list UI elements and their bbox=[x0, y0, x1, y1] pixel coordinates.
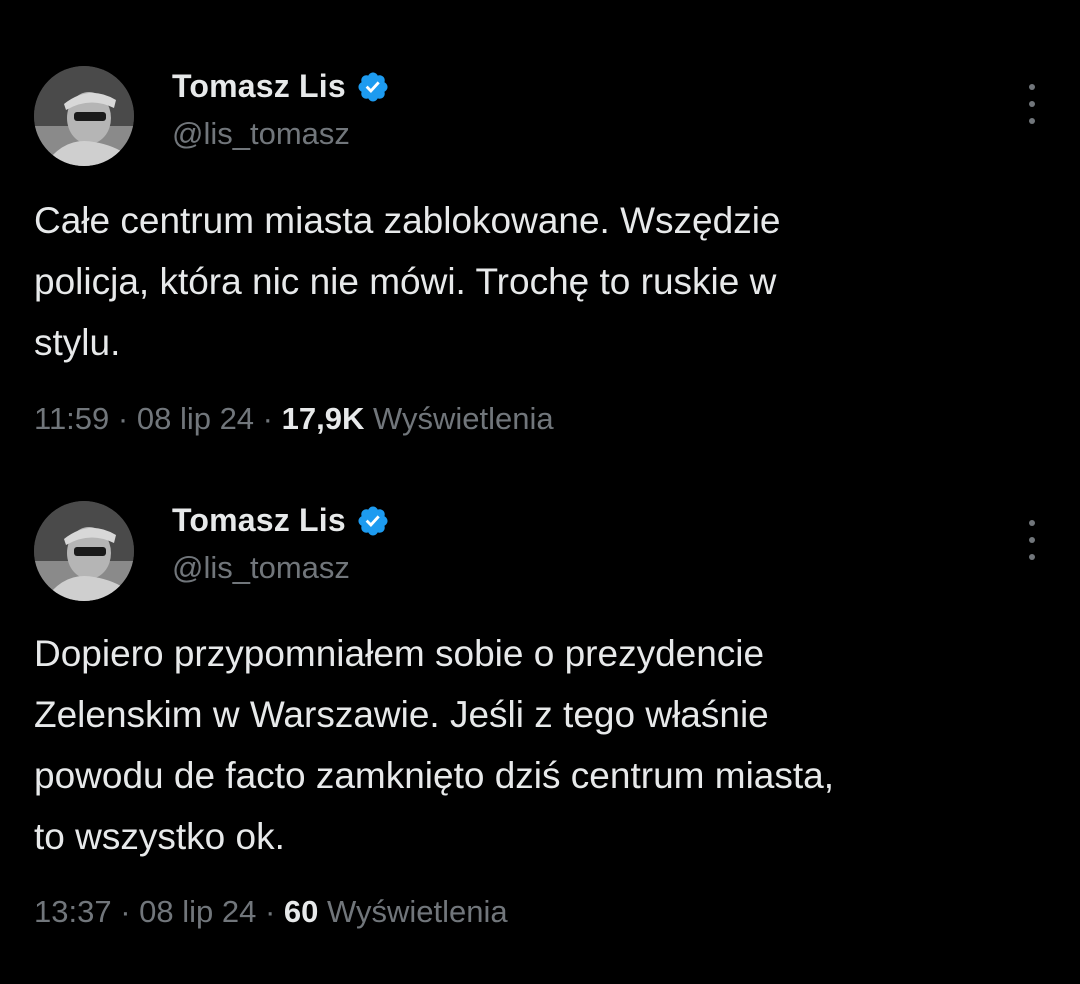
views-count[interactable]: 17,9K bbox=[282, 401, 365, 436]
more-options-icon[interactable] bbox=[1024, 520, 1040, 560]
tweet-text: Dopiero przypomniałem sobie o prezydenci… bbox=[34, 633, 834, 857]
tweet-time[interactable]: 13:37 bbox=[34, 894, 112, 929]
author-handle[interactable]: @lis_tomasz bbox=[172, 550, 350, 586]
separator: · bbox=[109, 401, 137, 436]
tweet-date[interactable]: 08 lip 24 bbox=[137, 401, 254, 436]
tweet-time[interactable]: 11:59 bbox=[34, 401, 109, 436]
author-row[interactable]: Tomasz Lis bbox=[172, 502, 390, 539]
separator: · bbox=[111, 894, 140, 929]
avatar[interactable] bbox=[34, 66, 134, 166]
verified-badge-icon bbox=[358, 71, 388, 102]
tweet-date[interactable]: 08 lip 24 bbox=[139, 894, 256, 929]
author-name[interactable]: Tomasz Lis bbox=[172, 502, 346, 539]
tweet-text: Całe centrum miasta zablokowane. Wszędzi… bbox=[34, 200, 781, 363]
avatar[interactable] bbox=[34, 501, 134, 601]
separator: · bbox=[256, 894, 284, 929]
verified-badge-icon bbox=[358, 505, 388, 536]
tweet-meta: 11:59 · 08 lip 24 · 17,9K Wyświetlenia bbox=[34, 401, 554, 437]
views-count[interactable]: 60 bbox=[284, 894, 318, 929]
tweet-meta: 13:37 · 08 lip 24 · 60 Wyświetlenia bbox=[34, 894, 508, 930]
views-label[interactable]: Wyświetlenia bbox=[364, 401, 554, 436]
tweet[interactable]: Tomasz Lis @lis_tomasz Dopiero przypomni… bbox=[0, 470, 1080, 984]
more-options-icon[interactable] bbox=[1024, 84, 1040, 124]
avatar-photo bbox=[34, 66, 134, 166]
views-label[interactable]: Wyświetlenia bbox=[318, 894, 508, 929]
author-handle[interactable]: @lis_tomasz bbox=[172, 116, 350, 152]
avatar-photo bbox=[34, 501, 134, 601]
author-row[interactable]: Tomasz Lis bbox=[172, 68, 390, 105]
author-name[interactable]: Tomasz Lis bbox=[172, 68, 346, 105]
tweet[interactable]: Tomasz Lis @lis_tomasz Całe centrum mias… bbox=[0, 0, 1080, 470]
separator: · bbox=[254, 401, 282, 436]
